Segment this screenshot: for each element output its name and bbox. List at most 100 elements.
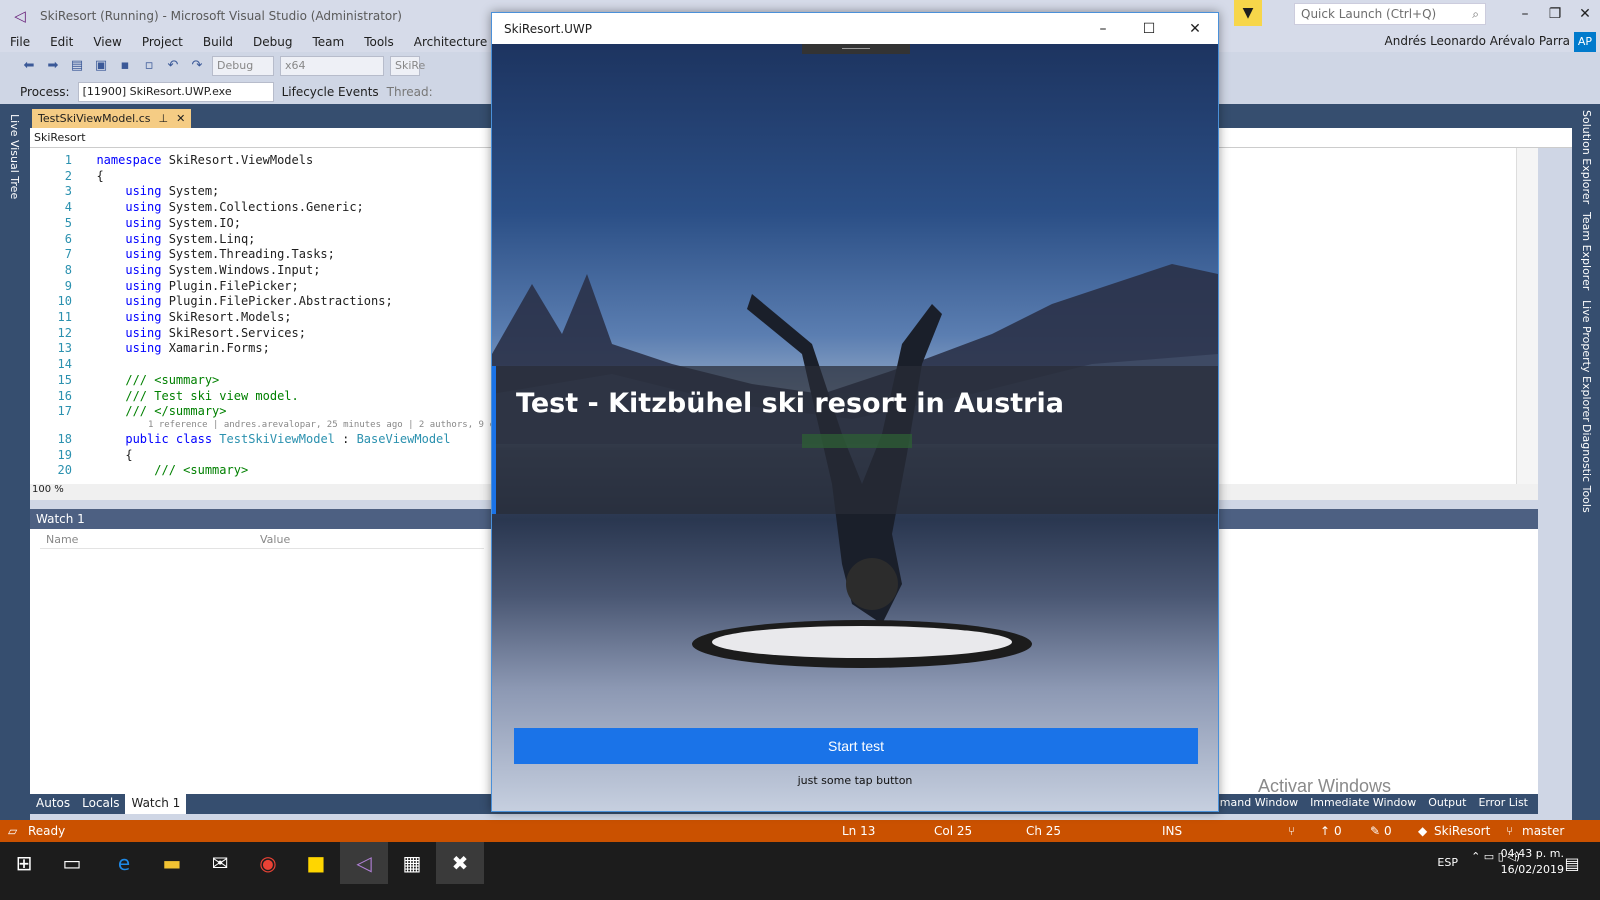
new-project-icon[interactable]: ▤: [68, 57, 86, 75]
code-text[interactable]: using System.Linq;: [82, 232, 255, 246]
configuration-select[interactable]: Debug: [212, 56, 274, 76]
code-text[interactable]: using SkiResort.Models;: [82, 310, 291, 324]
notifications-icon[interactable]: ▤: [1552, 842, 1592, 884]
code-line[interactable]: 15 /// <summary>: [30, 372, 220, 388]
code-line[interactable]: 10 using Plugin.FilePicker.Abstractions;: [30, 293, 393, 309]
bottom-tab-locals[interactable]: Locals: [76, 794, 125, 814]
close-tab-icon[interactable]: ✕: [176, 112, 185, 125]
user-name[interactable]: Andrés Leonardo Arévalo Parra: [1385, 34, 1570, 48]
live-property-explorer-tab[interactable]: Live Property Explorer: [1580, 300, 1593, 422]
code-line[interactable]: 13 using Xamarin.Forms;: [30, 340, 270, 356]
menu-item-file[interactable]: File: [0, 35, 40, 49]
menu-item-debug[interactable]: Debug: [243, 35, 302, 49]
code-text[interactable]: [82, 357, 96, 371]
menu-item-architecture[interactable]: Architecture: [404, 35, 497, 49]
diagnostic-tools-tab[interactable]: Diagnostic Tools: [1580, 424, 1593, 513]
filter-icon[interactable]: ▼: [1234, 0, 1262, 26]
code-line[interactable]: 18 public class TestSkiViewModel : BaseV…: [30, 431, 451, 447]
code-line[interactable]: 6 using System.Linq;: [30, 231, 256, 247]
drag-handle[interactable]: [802, 44, 910, 54]
team-explorer-tab[interactable]: Team Explorer: [1580, 212, 1593, 290]
status-pencil-count[interactable]: 0: [1384, 824, 1392, 838]
sticky-notes-icon[interactable]: ■: [292, 842, 340, 884]
chrome-icon[interactable]: ◉: [244, 842, 292, 884]
code-text[interactable]: using System.Threading.Tasks;: [82, 247, 335, 261]
uwp-minimize-icon[interactable]: –: [1080, 13, 1126, 44]
code-text[interactable]: {: [82, 169, 103, 183]
code-text[interactable]: using System;: [82, 184, 219, 198]
code-line[interactable]: 7 using System.Threading.Tasks;: [30, 246, 335, 262]
code-text[interactable]: using SkiResort.Services;: [82, 326, 306, 340]
restore-icon[interactable]: ❐: [1540, 0, 1570, 30]
bottom-tab-autos[interactable]: Autos: [30, 794, 76, 814]
code-text[interactable]: using System.Collections.Generic;: [82, 200, 363, 214]
code-text[interactable]: using System.IO;: [82, 216, 241, 230]
startup-project-select[interactable]: SkiRe: [390, 56, 425, 76]
open-folder-icon[interactable]: ▣: [92, 57, 110, 75]
code-text[interactable]: namespace SkiResort.ViewModels: [82, 153, 313, 167]
code-line[interactable]: 11 using SkiResort.Models;: [30, 309, 292, 325]
code-line[interactable]: 12 using SkiResort.Services;: [30, 325, 306, 341]
file-explorer-icon[interactable]: ▬: [148, 842, 196, 884]
live-visual-tree-tab[interactable]: Live Visual Tree: [8, 114, 21, 199]
avatar[interactable]: AP: [1574, 32, 1596, 52]
code-line[interactable]: 20 /// <summary>: [30, 462, 249, 478]
desktop-app-icon[interactable]: ▦: [388, 842, 436, 884]
nav-scope[interactable]: SkiResort: [34, 131, 86, 144]
uwp-maximize-icon[interactable]: ☐: [1126, 13, 1172, 44]
uwp-app-icon[interactable]: ✖: [436, 842, 484, 884]
code-line[interactable]: 16 /// Test ski view model.: [30, 388, 299, 404]
pencil-icon[interactable]: ✎: [1370, 824, 1380, 838]
code-text[interactable]: using Plugin.FilePicker.Abstractions;: [82, 294, 392, 308]
menu-item-team[interactable]: Team: [302, 35, 354, 49]
bottom-tab-error-list[interactable]: Error List: [1472, 794, 1534, 811]
quick-launch-input[interactable]: Quick Launch (Ctrl+Q) ⌕: [1294, 3, 1486, 25]
code-text[interactable]: using Xamarin.Forms;: [82, 341, 270, 355]
editor-scrollbar[interactable]: [1516, 148, 1538, 484]
code-text[interactable]: /// Test ski view model.: [82, 389, 298, 403]
process-select[interactable]: [11900] SkiResort.UWP.exe: [77, 82, 274, 102]
code-line[interactable]: 8 using System.Windows.Input;: [30, 262, 321, 278]
code-text[interactable]: /// <summary>: [82, 463, 248, 477]
forward-icon[interactable]: ➡: [44, 57, 62, 75]
code-line[interactable]: 5 using System.IO;: [30, 215, 241, 231]
menu-item-edit[interactable]: Edit: [40, 35, 83, 49]
code-line[interactable]: 3 using System;: [30, 183, 220, 199]
code-text[interactable]: public class TestSkiViewModel : BaseView…: [82, 432, 450, 446]
tab-testskiviewmodel[interactable]: TestSkiViewModel.cs ⊥ ✕: [32, 109, 192, 128]
code-line[interactable]: 19 {: [30, 447, 133, 463]
menu-item-build[interactable]: Build: [193, 35, 243, 49]
tap-hint-label[interactable]: just some tap button: [492, 774, 1218, 787]
branch-icon[interactable]: ⑂: [1506, 824, 1513, 838]
save-icon[interactable]: ▪: [116, 57, 134, 75]
lifecycle-events-dropdown[interactable]: Lifecycle Events: [282, 85, 379, 99]
task-view-icon[interactable]: ▭: [48, 842, 96, 884]
solution-explorer-tab[interactable]: Solution Explorer: [1580, 110, 1593, 204]
up-arrow-icon[interactable]: ↑: [1320, 824, 1330, 838]
code-line[interactable]: 1 namespace SkiResort.ViewModels: [30, 152, 313, 168]
windows-start-icon[interactable]: ⊞: [0, 842, 48, 884]
menu-item-view[interactable]: View: [83, 35, 131, 49]
uwp-close-icon[interactable]: ✕: [1172, 13, 1218, 44]
git-icon[interactable]: ⑂: [1288, 824, 1295, 838]
repo-icon[interactable]: ◆: [1418, 824, 1427, 838]
code-line[interactable]: 9 using Plugin.FilePicker;: [30, 278, 299, 294]
status-branch[interactable]: master: [1522, 824, 1564, 838]
pin-icon[interactable]: ⊥: [158, 112, 168, 125]
menu-item-project[interactable]: Project: [132, 35, 193, 49]
redo-icon[interactable]: ↷: [188, 57, 206, 75]
code-line[interactable]: 4 using System.Collections.Generic;: [30, 199, 364, 215]
zoom-level[interactable]: 100 %: [32, 484, 64, 495]
code-text[interactable]: /// <summary>: [82, 373, 219, 387]
platform-select[interactable]: x64: [280, 56, 384, 76]
code-line[interactable]: 2 {: [30, 168, 104, 184]
status-up-count[interactable]: 0: [1334, 824, 1342, 838]
status-repo[interactable]: SkiResort: [1434, 824, 1490, 838]
close-icon[interactable]: ✕: [1570, 0, 1600, 30]
visual-studio-icon[interactable]: ◁: [340, 842, 388, 884]
language-indicator[interactable]: ESP: [1437, 856, 1458, 869]
mail-icon[interactable]: ✉: [196, 842, 244, 884]
code-line[interactable]: 14: [30, 356, 96, 372]
edge-icon[interactable]: e: [100, 842, 148, 884]
save-all-icon[interactable]: ▫: [140, 57, 158, 75]
